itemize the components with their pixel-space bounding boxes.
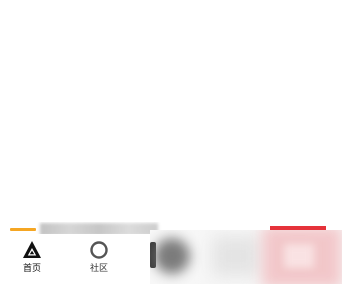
blurred-light-shape xyxy=(212,236,260,276)
tab-community[interactable]: 社区 xyxy=(74,234,124,284)
triangle-logo-icon xyxy=(23,241,41,258)
accent-line xyxy=(10,228,36,231)
circle-icon xyxy=(90,241,108,259)
tab-home-label: 首页 xyxy=(22,264,41,274)
blurred-pink-core xyxy=(284,244,314,268)
app-screen: 首页 社区 xyxy=(0,0,342,284)
blurred-dark-shape xyxy=(154,238,190,274)
tab-community-label: 社区 xyxy=(89,264,108,274)
blurred-overlay xyxy=(150,230,342,284)
tab-home[interactable]: 首页 xyxy=(7,234,57,284)
